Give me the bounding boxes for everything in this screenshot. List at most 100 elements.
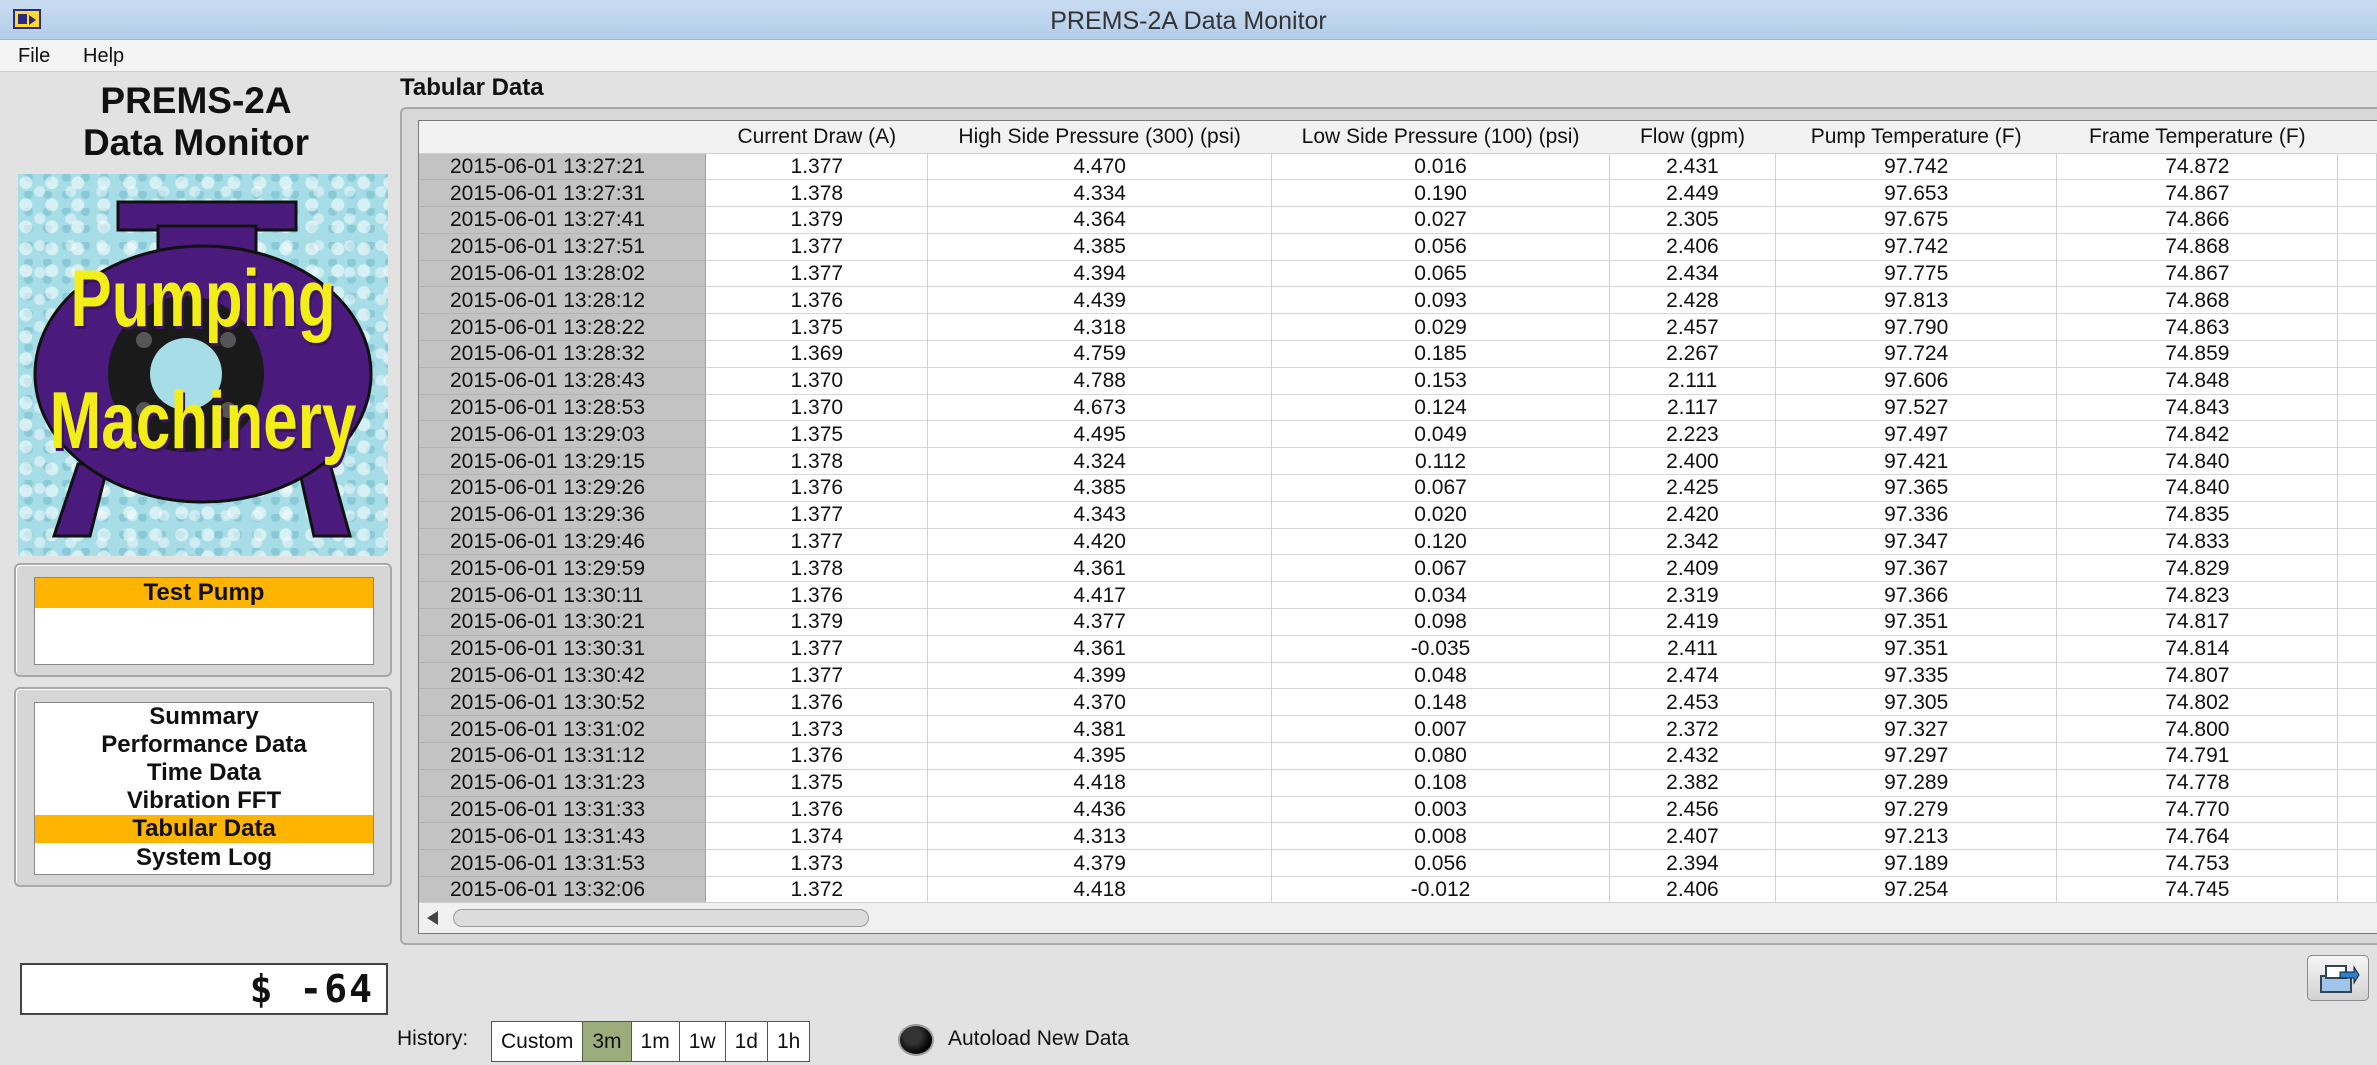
column-header[interactable]: High Side Pressure (300) (psi) xyxy=(927,121,1272,154)
table-cell: 1.379 xyxy=(705,608,929,636)
table-cell: 2.400 xyxy=(1609,447,1776,476)
row-timestamp: 2015-06-01 13:30:42 xyxy=(419,662,707,690)
table-cell: 0.056 xyxy=(1271,233,1611,261)
table-cell: 97.675 xyxy=(1775,206,2058,234)
table-cell-more xyxy=(2337,340,2377,368)
column-header[interactable]: Frame Temperature (F) xyxy=(2056,121,2338,154)
nav-tabular-data[interactable]: Tabular Data xyxy=(35,815,373,843)
table-cell: 4.673 xyxy=(927,394,1273,422)
table-row[interactable]: 2015-06-01 13:28:43 1.370 4.788 0.153 2.111 9… xyxy=(419,367,2377,395)
table-row[interactable]: 2015-06-01 13:31:43 1.374 4.313 0.008 2.407 9… xyxy=(419,822,2377,851)
table-cell: 97.724 xyxy=(1775,340,2058,368)
column-header[interactable]: Flow (gpm) xyxy=(1609,121,1776,154)
table-row[interactable]: 2015-06-01 13:30:21 1.379 4.377 0.098 2.419 9… xyxy=(419,608,2377,636)
table-cell-more xyxy=(2337,688,2377,717)
nav-vibration-fft[interactable]: Vibration FFT xyxy=(35,787,373,815)
table-cell: 74.807 xyxy=(2056,662,2339,690)
nav-system-log[interactable]: System Log xyxy=(35,844,373,872)
menu-help[interactable]: Help xyxy=(79,43,128,70)
table-row[interactable]: 2015-06-01 13:30:52 1.376 4.370 0.148 2.453 9… xyxy=(419,688,2377,717)
table-cell-more xyxy=(2337,420,2377,449)
column-header[interactable]: Pump Temperature (F) xyxy=(1775,121,2057,154)
table-row[interactable]: 2015-06-01 13:28:53 1.370 4.673 0.124 2.117 9… xyxy=(419,394,2377,422)
table-cell: 2.425 xyxy=(1609,474,1776,502)
table-cell-more xyxy=(2337,849,2377,878)
table-cell: 97.606 xyxy=(1775,367,2058,395)
menu-file[interactable]: File xyxy=(14,43,54,70)
table-cell-more xyxy=(2337,394,2377,422)
table-row[interactable]: 2015-06-01 13:31:02 1.373 4.381 0.007 2.372 9… xyxy=(419,715,2377,744)
row-timestamp: 2015-06-01 13:29:46 xyxy=(419,528,707,556)
table-row[interactable]: 2015-06-01 13:28:22 1.375 4.318 0.029 2.457 9… xyxy=(419,313,2377,342)
table-cell: 74.867 xyxy=(2056,260,2339,288)
table-row[interactable]: 2015-06-01 13:29:36 1.377 4.343 0.020 2.420 9… xyxy=(419,501,2377,529)
table-row[interactable]: 2015-06-01 13:27:51 1.377 4.385 0.056 2.406 9… xyxy=(419,233,2377,261)
table-row[interactable]: 2015-06-01 13:28:32 1.369 4.759 0.185 2.267 9… xyxy=(419,340,2377,368)
column-header[interactable]: Current Draw (A) xyxy=(705,121,928,154)
export-button[interactable] xyxy=(2307,955,2369,1001)
table-row[interactable]: 2015-06-01 13:30:11 1.376 4.417 0.034 2.319 9… xyxy=(419,581,2377,610)
table-row[interactable]: 2015-06-01 13:29:59 1.378 4.361 0.067 2.409 9… xyxy=(419,554,2377,583)
table-row[interactable]: 2015-06-01 13:28:02 1.377 4.394 0.065 2.434 9… xyxy=(419,260,2377,288)
table-row[interactable]: 2015-06-01 13:29:26 1.376 4.385 0.067 2.425 9… xyxy=(419,474,2377,502)
table-row[interactable]: 2015-06-01 13:31:53 1.373 4.379 0.056 2.394 9… xyxy=(419,849,2377,878)
table-cell: 97.305 xyxy=(1775,688,2058,717)
table-cell: 1.379 xyxy=(705,206,929,234)
table-cell: 97.367 xyxy=(1775,554,2058,583)
nav-time-data[interactable]: Time Data xyxy=(35,759,373,787)
row-timestamp: 2015-06-01 13:29:26 xyxy=(419,474,707,502)
table-row[interactable]: 2015-06-01 13:27:21 1.377 4.470 0.016 2.431 9… xyxy=(419,153,2377,181)
nav-performance-data[interactable]: Performance Data xyxy=(35,731,373,759)
table-cell: 1.370 xyxy=(705,367,929,395)
table-row[interactable]: 2015-06-01 13:31:23 1.375 4.418 0.108 2.382 9… xyxy=(419,769,2377,797)
table-row[interactable]: 2015-06-01 13:27:31 1.378 4.334 0.190 2.449 9… xyxy=(419,179,2377,208)
horizontal-scrollbar[interactable] xyxy=(419,902,2377,933)
table-cell: 74.814 xyxy=(2056,635,2339,663)
autoload-toggle[interactable] xyxy=(898,1024,934,1056)
scroll-thumb[interactable] xyxy=(453,909,869,927)
table-cell: 2.432 xyxy=(1609,742,1776,770)
table-cell: 1.376 xyxy=(705,581,929,610)
table-cell: 97.347 xyxy=(1775,528,2058,556)
table-cell: 97.335 xyxy=(1775,662,2058,690)
table-row[interactable]: 2015-06-01 13:29:15 1.378 4.324 0.112 2.400 9… xyxy=(419,447,2377,476)
table-cell: 0.153 xyxy=(1271,367,1611,395)
table-cell: 97.653 xyxy=(1775,179,2058,208)
table-cell: 2.407 xyxy=(1609,822,1776,851)
table-cell: 0.098 xyxy=(1271,608,1611,636)
table-row[interactable]: 2015-06-01 13:30:31 1.377 4.361 -0.035 2.411… xyxy=(419,635,2377,663)
table-cell: 1.375 xyxy=(705,420,929,449)
history-option-custom[interactable]: Custom xyxy=(492,1022,584,1061)
table-cell: 4.420 xyxy=(927,528,1273,556)
table-row[interactable]: 2015-06-01 13:32:06 1.372 4.418 -0.012 2.406… xyxy=(419,876,2377,904)
scroll-left-arrow-icon[interactable] xyxy=(427,911,438,925)
table-row[interactable]: 2015-06-01 13:31:33 1.376 4.436 0.003 2.456 9… xyxy=(419,796,2377,824)
history-option-1h[interactable]: 1h xyxy=(768,1022,809,1061)
table-header-row: Current Draw (A) High Side Pressure (300… xyxy=(419,121,2377,154)
history-button-group: Custom 3m 1m 1w 1d 1h xyxy=(491,1021,811,1062)
table-row[interactable]: 2015-06-01 13:28:12 1.376 4.439 0.093 2.428 9… xyxy=(419,286,2377,315)
table-cell: 97.497 xyxy=(1775,420,2058,449)
row-timestamp: 2015-06-01 13:28:22 xyxy=(419,313,707,342)
table-row[interactable]: 2015-06-01 13:30:42 1.377 4.399 0.048 2.474 9… xyxy=(419,662,2377,690)
history-option-3m[interactable]: 3m xyxy=(583,1022,632,1061)
row-timestamp: 2015-06-01 13:31:53 xyxy=(419,849,707,878)
history-option-1w[interactable]: 1w xyxy=(680,1022,726,1061)
table-cell: 74.817 xyxy=(2056,608,2339,636)
table-cell-more xyxy=(2337,153,2377,181)
table-cell-more xyxy=(2337,769,2377,797)
row-timestamp: 2015-06-01 13:28:32 xyxy=(419,340,707,368)
table-row[interactable]: 2015-06-01 13:29:46 1.377 4.420 0.120 2.342 9… xyxy=(419,528,2377,556)
column-header-more xyxy=(2337,121,2377,154)
table-cell: 74.868 xyxy=(2056,233,2339,261)
table-row[interactable]: 2015-06-01 13:31:12 1.376 4.395 0.080 2.432 9… xyxy=(419,742,2377,770)
history-option-1d[interactable]: 1d xyxy=(726,1022,768,1061)
column-header[interactable]: Low Side Pressure (100) (psi) xyxy=(1271,121,1610,154)
table-row[interactable]: 2015-06-01 13:29:03 1.375 4.495 0.049 2.223 9… xyxy=(419,420,2377,449)
history-option-1m[interactable]: 1m xyxy=(632,1022,680,1061)
table-cell: 0.120 xyxy=(1271,528,1611,556)
row-timestamp: 2015-06-01 13:28:43 xyxy=(419,367,707,395)
nav-summary[interactable]: Summary xyxy=(35,703,373,731)
table-row[interactable]: 2015-06-01 13:27:41 1.379 4.364 0.027 2.305 9… xyxy=(419,206,2377,234)
table-cell: 4.381 xyxy=(927,715,1273,744)
